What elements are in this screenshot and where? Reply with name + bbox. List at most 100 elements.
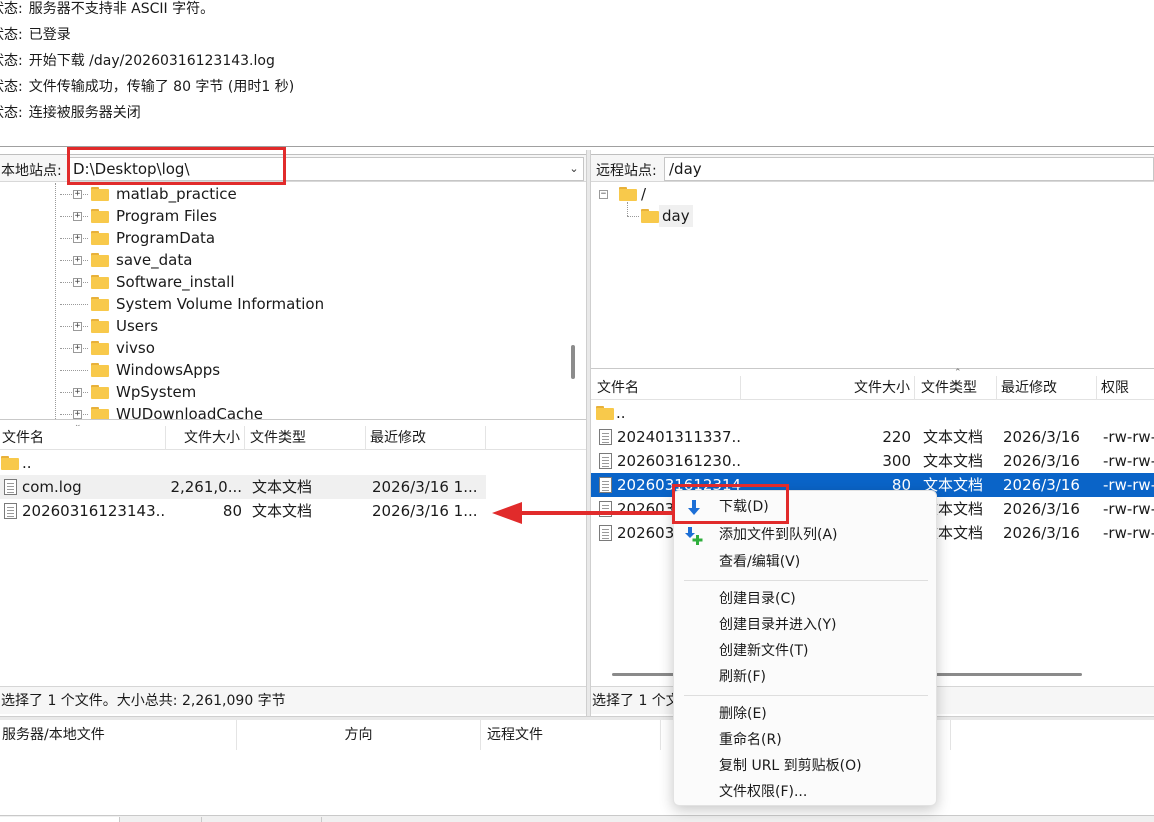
menu-item-label: 添加文件到队列(A) bbox=[719, 527, 838, 543]
expand-icon[interactable]: + bbox=[73, 212, 82, 221]
tree-item[interactable]: + Software_install bbox=[0, 271, 560, 293]
tree-item[interactable]: + ProgramData bbox=[0, 227, 560, 249]
folder-icon bbox=[1, 456, 19, 470]
transfer-queue[interactable]: 服务器/本地文件 方向 远程文件 bbox=[0, 720, 1154, 816]
remote-path-input[interactable]: /day bbox=[664, 157, 1154, 181]
col-direction[interactable]: 方向 bbox=[237, 720, 481, 750]
tree-item[interactable]: + save_data bbox=[0, 249, 560, 271]
tree-item[interactable]: + Program Files bbox=[0, 205, 560, 227]
col-remote-file[interactable]: 远程文件 bbox=[481, 720, 661, 750]
file-modified: 2026/3/16 bbox=[1003, 524, 1080, 542]
tree-item-label: matlab_practice bbox=[116, 185, 237, 203]
folder-icon bbox=[91, 253, 109, 267]
log-text: 服务器不支持非 ASCII 字符。 bbox=[28, 1, 215, 17]
col-modified[interactable]: 最近修改 bbox=[999, 376, 1097, 400]
menu-item-rename[interactable]: 重命名(R) bbox=[674, 727, 936, 753]
tree-item-root[interactable]: / bbox=[641, 183, 646, 205]
tree-guide bbox=[627, 202, 628, 216]
expand-icon[interactable]: + bbox=[73, 344, 82, 353]
divider[interactable] bbox=[0, 419, 586, 420]
folder-icon bbox=[91, 319, 109, 333]
tree-item-label: ProgramData bbox=[116, 229, 216, 247]
collapse-icon[interactable]: − bbox=[599, 190, 608, 199]
menu-item-create-dir[interactable]: 创建目录(C) bbox=[674, 586, 936, 612]
remote-list-header: 文件名 文件大小 文件类型 最近修改 权限 bbox=[591, 376, 1154, 400]
local-tree-scrollbar[interactable] bbox=[566, 183, 583, 419]
menu-item-view-edit[interactable]: 查看/编辑(V) bbox=[674, 549, 936, 575]
list-item-parent[interactable]: .. bbox=[591, 401, 1154, 425]
tree-item[interactable]: + Users bbox=[0, 315, 560, 337]
expand-icon[interactable]: + bbox=[73, 322, 82, 331]
file-name: 20260316123143.... bbox=[22, 502, 166, 520]
expand-icon[interactable]: + bbox=[73, 234, 82, 243]
divider[interactable] bbox=[591, 368, 1154, 369]
file-modified: 2026/3/16 1... bbox=[372, 502, 478, 520]
tree-item[interactable]: System Volume Information bbox=[0, 293, 560, 315]
menu-item-file-permissions[interactable]: 文件权限(F)... bbox=[674, 779, 936, 805]
remote-tree[interactable]: − / day bbox=[591, 183, 1154, 368]
col-modified[interactable]: 最近修改 bbox=[368, 426, 486, 450]
folder-icon bbox=[91, 209, 109, 223]
menu-item-add-to-queue[interactable]: 添加文件到队列(A) bbox=[674, 522, 936, 548]
col-server-local-file[interactable]: 服务器/本地文件 bbox=[2, 720, 237, 750]
tab[interactable] bbox=[120, 817, 202, 822]
tree-guide bbox=[627, 216, 639, 217]
menu-item-create-file[interactable]: 创建新文件(T) bbox=[674, 638, 936, 664]
text-file-icon bbox=[4, 503, 17, 519]
annotation-highlight-download bbox=[672, 484, 789, 524]
log-text: 文件传输成功，传输了 80 字节 (用时1 秒) bbox=[28, 79, 295, 95]
menu-item-delete[interactable]: 删除(E) bbox=[674, 701, 936, 727]
tree-item-day[interactable]: day bbox=[659, 205, 693, 227]
folder-icon bbox=[91, 341, 109, 355]
table-row[interactable]: com.log 2,261,0... 文本文档 2026/3/16 1... bbox=[0, 475, 486, 499]
text-file-icon bbox=[599, 525, 612, 541]
log-line: 状态: 开始下载 /day/20260316123143.log bbox=[0, 50, 275, 72]
col-name[interactable]: 文件名 bbox=[0, 426, 166, 450]
folder-icon bbox=[91, 407, 109, 419]
menu-item-copy-url[interactable]: 复制 URL 到剪贴板(O) bbox=[674, 753, 936, 779]
col-permissions[interactable]: 权限 bbox=[1099, 376, 1154, 400]
expand-icon[interactable]: + bbox=[73, 278, 82, 287]
tree-item[interactable]: + WUDownloadCache bbox=[0, 403, 560, 419]
table-row[interactable]: 202603161230... 300 文本文档 2026/3/16 -rw-rw- bbox=[591, 449, 1154, 473]
log-label: 状态: bbox=[0, 105, 23, 121]
expand-icon[interactable]: + bbox=[73, 190, 82, 199]
local-tree[interactable]: + matlab_practice + Program Files + ProgramDa… bbox=[0, 183, 586, 419]
log-line: 状态: 已登录 bbox=[0, 24, 71, 46]
menu-item-label: 复制 URL 到剪贴板(O) bbox=[719, 758, 862, 774]
table-row[interactable]: 20260316123143.... 80 文本文档 2026/3/16 1..… bbox=[0, 499, 486, 523]
expand-icon[interactable]: + bbox=[73, 256, 82, 265]
tree-item[interactable]: + vivso bbox=[0, 337, 560, 359]
tree-item[interactable]: WindowsApps bbox=[0, 359, 560, 381]
local-list-header: 文件名 文件大小 文件类型 最近修改 bbox=[0, 426, 586, 450]
tree-item[interactable]: + matlab_practice bbox=[0, 183, 560, 205]
scroll-thumb[interactable] bbox=[571, 345, 575, 379]
file-type: 文本文档 bbox=[252, 502, 313, 520]
file-name: 202603161230... bbox=[617, 452, 741, 470]
tree-item-label: WUDownloadCache bbox=[116, 405, 264, 419]
text-file-icon bbox=[599, 477, 612, 493]
tree-item[interactable]: + WpSystem bbox=[0, 381, 560, 403]
col-size[interactable]: 文件大小 bbox=[741, 376, 915, 400]
menu-item-refresh[interactable]: 刷新(F) bbox=[674, 664, 936, 690]
tab[interactable] bbox=[202, 817, 322, 822]
menu-item-create-dir-enter[interactable]: 创建目录并进入(Y) bbox=[674, 612, 936, 638]
menu-item-label: 创建目录并进入(Y) bbox=[719, 617, 837, 633]
file-perms: -rw-rw- bbox=[1103, 524, 1154, 542]
folder-icon bbox=[91, 297, 109, 311]
chevron-down-icon[interactable]: ⌄ bbox=[566, 157, 582, 181]
table-row[interactable]: 202401311337... 220 文本文档 2026/3/16 -rw-rw- bbox=[591, 425, 1154, 449]
file-modified: 2026/3/16 bbox=[1003, 476, 1080, 494]
col-size[interactable]: 文件大小 bbox=[166, 426, 245, 450]
col-name[interactable]: 文件名 bbox=[595, 376, 741, 400]
expand-icon[interactable]: + bbox=[73, 410, 82, 419]
folder-icon bbox=[596, 406, 614, 420]
menu-item-label: 删除(E) bbox=[719, 706, 767, 722]
file-type: 文本文档 bbox=[923, 452, 984, 470]
col-type[interactable]: 文件类型 bbox=[248, 426, 366, 450]
col-type[interactable]: 文件类型 bbox=[919, 376, 997, 400]
tab[interactable] bbox=[0, 817, 120, 822]
list-item-parent[interactable]: .. bbox=[0, 451, 486, 475]
expand-icon[interactable]: + bbox=[73, 388, 82, 397]
file-type: 文本文档 bbox=[923, 428, 984, 446]
